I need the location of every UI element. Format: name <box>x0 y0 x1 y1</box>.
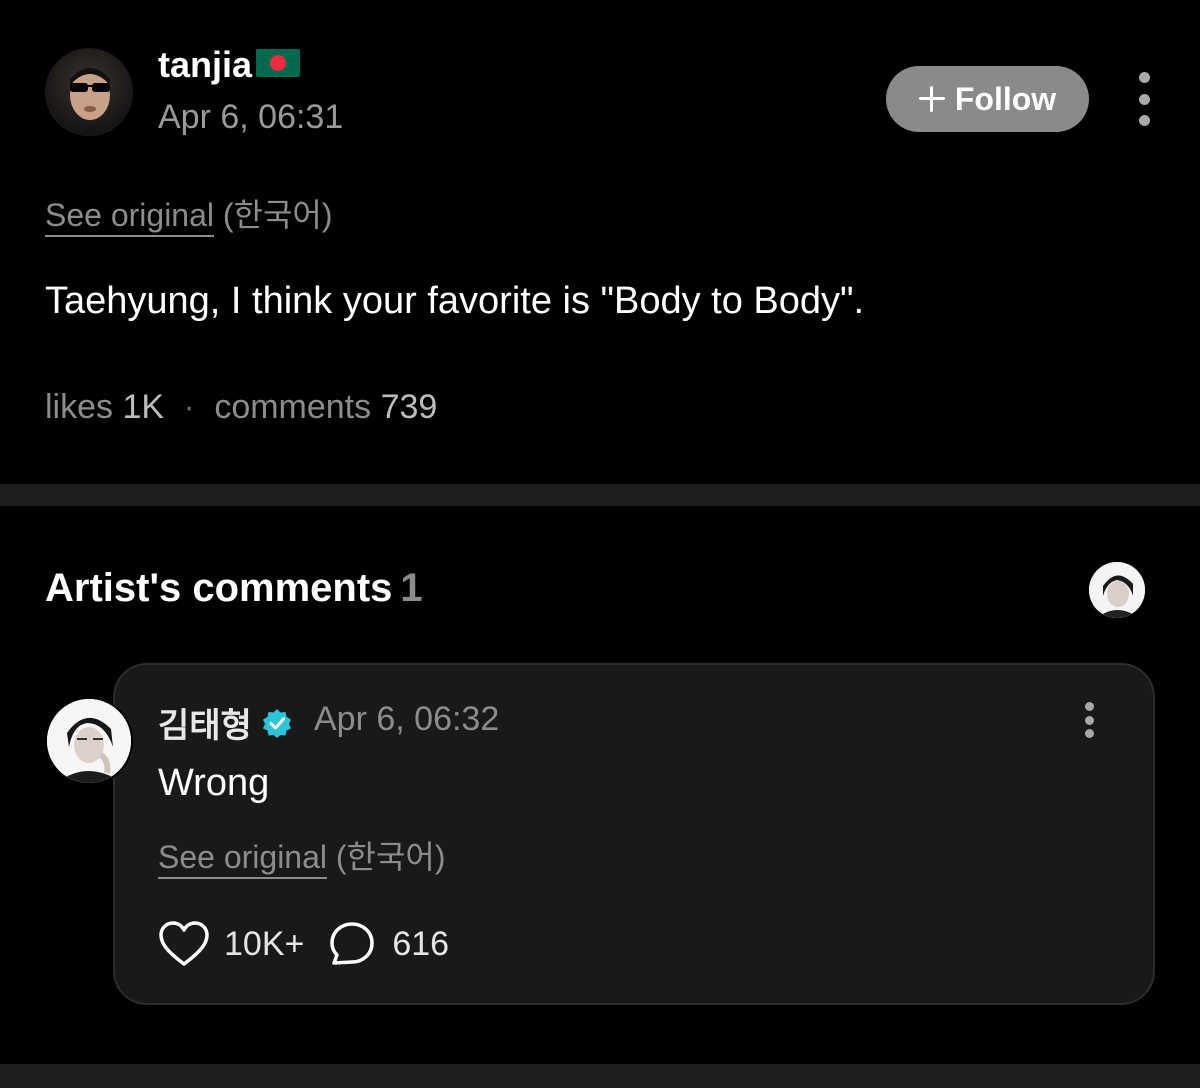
comment-timestamp: Apr 6, 06:32 <box>314 700 500 738</box>
plus-icon <box>918 86 945 112</box>
follow-button[interactable]: Follow <box>886 66 1089 132</box>
artist-comments-header: Artist's comments 1 <box>45 566 423 611</box>
likes-label: likes <box>45 388 114 426</box>
stats-separator: · <box>183 388 195 426</box>
section-divider-bottom <box>0 1064 1200 1088</box>
see-original-link[interactable]: See original <box>45 197 214 237</box>
post-timestamp: Apr 6, 06:31 <box>158 98 344 136</box>
post-more-options-icon[interactable] <box>1138 72 1150 126</box>
comment-see-original: See original (한국어) <box>158 832 446 879</box>
comments-label: comments <box>214 388 372 426</box>
post-detail-page: tanjia Apr 6, 06:31 Follow See original … <box>0 0 1200 1088</box>
artist-avatar-small[interactable] <box>1089 562 1145 618</box>
section-divider <box>0 484 1200 506</box>
comment-author[interactable]: 김태형 <box>158 698 292 747</box>
post-body: Taehyung, I think your favorite is "Body… <box>45 280 865 322</box>
comment-likes-count: 10K+ <box>224 924 305 963</box>
comment-more-options-icon[interactable] <box>1083 702 1095 738</box>
likes-count[interactable]: 1K <box>122 388 164 426</box>
comment-actions: 10K+ 616 <box>158 920 449 968</box>
artist-avatar[interactable] <box>45 697 133 785</box>
comment-body: Wrong <box>158 762 270 804</box>
author-avatar[interactable] <box>45 48 133 136</box>
comment-see-original-link[interactable]: See original <box>158 839 327 879</box>
verified-badge-icon <box>262 708 291 738</box>
reply-bubble-icon[interactable] <box>328 920 376 968</box>
artist-comments-count: 1 <box>400 566 423 610</box>
comment-original-language: (한국어) <box>335 839 446 875</box>
author-name-text[interactable]: tanjia <box>158 44 252 85</box>
post-stats: likes 1K · comments 739 <box>45 388 437 427</box>
comment-author-name[interactable]: 김태형 <box>158 698 252 747</box>
bangladesh-flag-icon <box>256 49 301 78</box>
author-name[interactable]: tanjia <box>158 44 301 86</box>
follow-label: Follow <box>954 80 1057 117</box>
comment-replies-count: 616 <box>392 924 450 963</box>
comments-count[interactable]: 739 <box>381 388 438 426</box>
heart-icon[interactable] <box>158 920 210 968</box>
original-language: (한국어) <box>222 197 333 233</box>
artist-comments-title: Artist's comments <box>45 566 393 610</box>
post-see-original: See original (한국어) <box>45 190 333 237</box>
